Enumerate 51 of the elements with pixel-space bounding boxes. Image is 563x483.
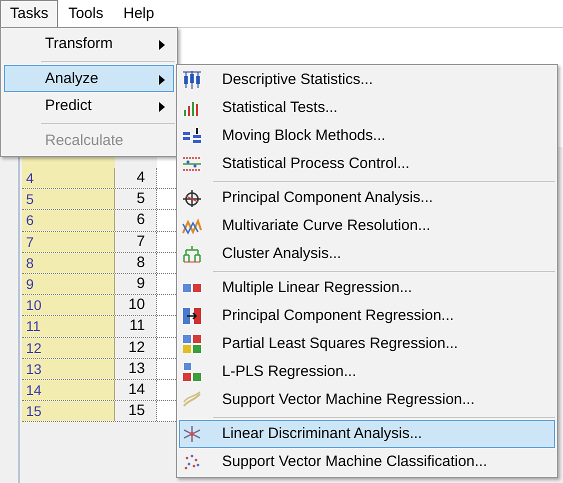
menu-item[interactable]: Support Vector Machine Regression... xyxy=(179,386,555,414)
row-header: 11 xyxy=(22,316,115,336)
table-cell xyxy=(157,316,178,336)
scatter-icon xyxy=(182,452,202,472)
menu-item[interactable]: Multivariate Curve Resolution... xyxy=(179,212,555,240)
menu-bar-item[interactable]: Help xyxy=(113,0,164,28)
menu-item[interactable]: Partial Least Squares Regression... xyxy=(179,330,555,358)
submenu-arrow-icon xyxy=(159,75,165,85)
star-icon xyxy=(182,424,202,444)
row-header: 12 xyxy=(22,338,115,358)
row-header: 9 xyxy=(22,274,115,294)
row-header: 7 xyxy=(22,232,115,252)
squares-icon xyxy=(182,362,202,382)
menu-bar-item[interactable]: Tools xyxy=(58,0,114,28)
menu-item[interactable]: Principal Component Regression... xyxy=(179,302,555,330)
row-header: 14 xyxy=(22,380,115,400)
row-header: 15 xyxy=(22,401,115,422)
menu-item[interactable]: Principal Component Analysis... xyxy=(179,184,555,212)
box-plot-icon xyxy=(182,70,202,90)
row-header: 13 xyxy=(22,358,115,379)
curves-icon xyxy=(182,216,202,236)
submenu-arrow-icon xyxy=(159,102,165,112)
table-cell xyxy=(157,189,178,210)
menu-item[interactable]: Statistical Process Control... xyxy=(179,150,555,178)
menu-item[interactable]: Analyze xyxy=(4,65,174,92)
menu-item[interactable]: Multiple Linear Regression... xyxy=(179,274,555,302)
table-cell xyxy=(157,168,178,188)
submenu-arrow-icon xyxy=(159,40,165,50)
table-cell xyxy=(157,295,178,316)
menu-item[interactable]: Transform xyxy=(4,30,174,57)
row-header: 8 xyxy=(22,252,115,273)
squares-icon xyxy=(182,334,202,354)
row-header: 5 xyxy=(22,189,115,210)
menu-item[interactable]: Cluster Analysis... xyxy=(179,240,555,268)
row-header: 10 xyxy=(22,295,115,316)
table-cell xyxy=(157,401,178,422)
arrow-blocks-icon xyxy=(182,306,202,326)
row-header: 6 xyxy=(22,210,115,231)
blocks-icon xyxy=(182,126,202,146)
crosshair-icon xyxy=(182,188,202,208)
menu-item[interactable]: Predict xyxy=(4,92,174,119)
menu-item[interactable]: Statistical Tests... xyxy=(179,94,555,122)
row-header: 4 xyxy=(22,168,115,188)
menu-item[interactable]: Linear Discriminant Analysis... xyxy=(179,420,555,448)
menu-item[interactable]: L-PLS Regression... xyxy=(179,358,555,386)
dendrogram-icon xyxy=(182,244,202,264)
menu-bar-item[interactable]: Tasks xyxy=(0,0,58,28)
table-cell xyxy=(157,210,178,231)
menu-item[interactable]: Moving Block Methods... xyxy=(179,122,555,150)
menu-item[interactable]: Descriptive Statistics... xyxy=(179,66,555,94)
menu-item[interactable]: Support Vector Machine Classification... xyxy=(179,448,555,476)
